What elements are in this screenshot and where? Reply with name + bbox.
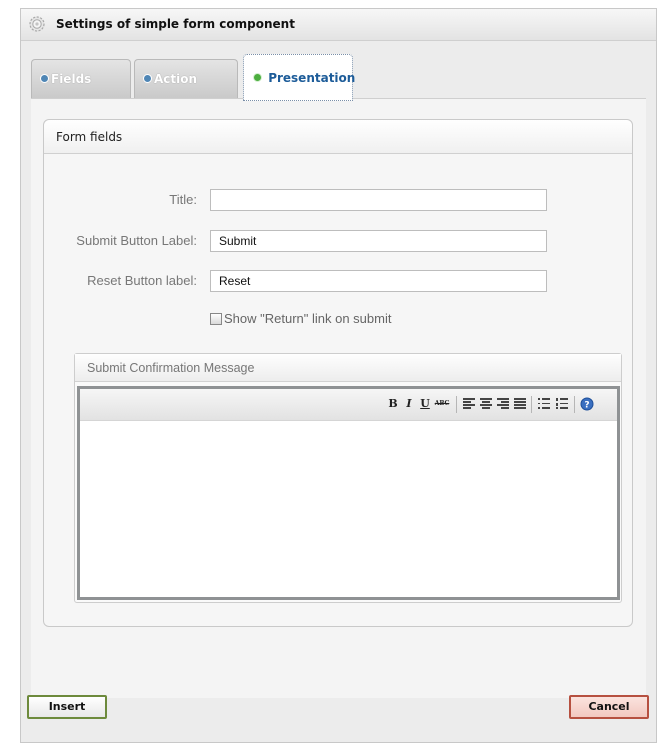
toolbar-separator bbox=[531, 396, 532, 413]
confirmation-message-panel-header: Submit Confirmation Message bbox=[75, 354, 621, 382]
strikethrough-icon[interactable]: ABC bbox=[433, 397, 451, 411]
confirmation-message-panel: Submit Confirmation Message B I U ABC ? bbox=[74, 353, 622, 603]
toolbar-separator bbox=[456, 396, 457, 413]
rich-text-editor: B I U ABC ? bbox=[77, 386, 620, 600]
dialog-title: Settings of simple form component bbox=[56, 17, 295, 31]
title-field-label: Title: bbox=[169, 192, 197, 207]
gear-icon bbox=[29, 16, 45, 32]
align-justify-icon[interactable] bbox=[514, 398, 526, 409]
help-icon[interactable]: ? bbox=[580, 397, 594, 411]
align-center-icon[interactable] bbox=[480, 398, 492, 409]
settings-dialog: Settings of simple form component Fields… bbox=[20, 8, 657, 743]
align-left-icon[interactable] bbox=[463, 398, 475, 409]
tab-presentation-label: Presentation bbox=[268, 71, 356, 85]
tab-fields[interactable]: Fields bbox=[31, 59, 131, 99]
form-fields-panel-title: Form fields bbox=[56, 130, 123, 144]
tab-action-label: Action bbox=[154, 72, 198, 86]
svg-text:?: ? bbox=[584, 401, 589, 411]
toolbar-separator bbox=[574, 396, 575, 413]
tab-fields-label: Fields bbox=[51, 72, 92, 86]
reset-button-label-field[interactable] bbox=[210, 270, 547, 292]
bold-icon[interactable]: B bbox=[386, 397, 400, 411]
show-return-link-checkbox[interactable] bbox=[210, 312, 222, 325]
tab-action[interactable]: Action bbox=[134, 59, 238, 99]
title-field[interactable] bbox=[210, 189, 547, 211]
form-fields-panel-header: Form fields bbox=[44, 120, 632, 154]
editor-content-area[interactable] bbox=[80, 421, 617, 597]
numbered-list-icon[interactable] bbox=[556, 398, 568, 409]
confirmation-message-panel-title: Submit Confirmation Message bbox=[87, 361, 255, 375]
tab-dot-icon bbox=[253, 73, 262, 82]
italic-icon[interactable]: I bbox=[402, 397, 416, 411]
underline-icon[interactable]: U bbox=[418, 397, 432, 411]
bullet-list-icon[interactable] bbox=[538, 398, 550, 409]
submit-button-label-field[interactable] bbox=[210, 230, 547, 252]
cancel-button[interactable]: Cancel bbox=[569, 695, 649, 719]
show-return-link-label[interactable]: Show "Return" link on submit bbox=[224, 311, 391, 326]
show-return-link-row: Show "Return" link on submit bbox=[210, 311, 391, 326]
reset-button-label-field-label: Reset Button label: bbox=[87, 273, 197, 288]
submit-button-label-field-label: Submit Button Label: bbox=[76, 233, 197, 248]
tab-dot-icon bbox=[143, 74, 152, 83]
tab-content-area: Form fields Title: Submit Button Label: … bbox=[31, 98, 646, 698]
title-bar: Settings of simple form component bbox=[21, 9, 656, 41]
editor-toolbar: B I U ABC ? bbox=[80, 389, 617, 421]
insert-button[interactable]: Insert bbox=[27, 695, 107, 719]
form-fields-panel: Form fields Title: Submit Button Label: … bbox=[43, 119, 633, 627]
align-right-icon[interactable] bbox=[497, 398, 509, 409]
tab-dot-icon bbox=[40, 74, 49, 83]
tab-presentation[interactable]: Presentation bbox=[243, 54, 356, 101]
